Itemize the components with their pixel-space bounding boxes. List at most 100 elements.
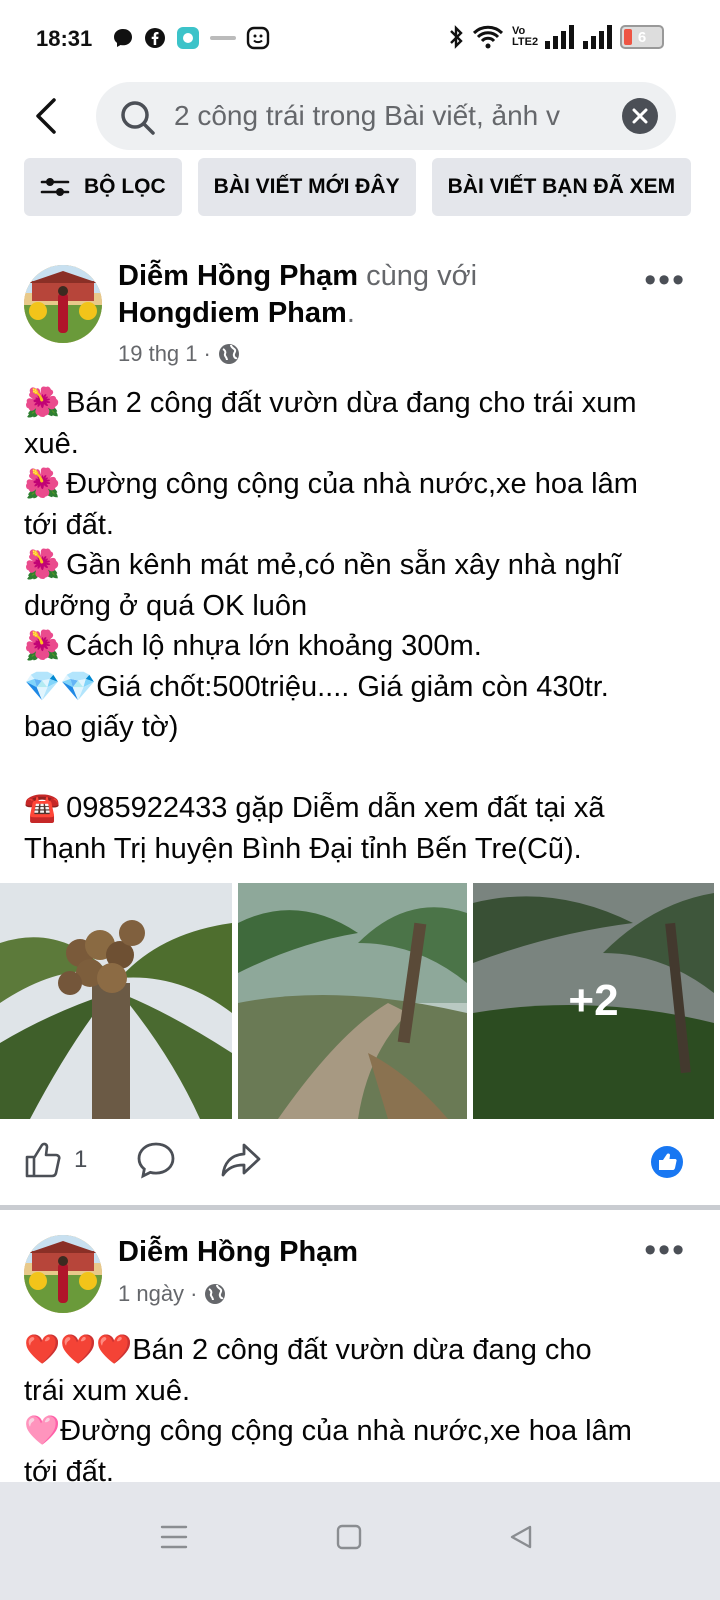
wifi-icon <box>472 25 504 49</box>
notification-icon <box>210 36 236 40</box>
post-text: Thạnh Trị huyện Bình Đại tỉnh Bến Tre(Cũ… <box>24 832 582 865</box>
system-nav-bar <box>0 1482 720 1600</box>
post-text <box>24 752 32 784</box>
post-text: Cách lộ nhựa lớn khoảng 300m. <box>66 630 482 662</box>
post-body: 🌺 Bán 2 công đất vườn dừa đang cho trái … <box>24 383 704 869</box>
signal-icon <box>583 25 612 49</box>
comment-button[interactable] <box>136 1141 176 1179</box>
post-text: Giá chốt:500triệu.... Giá giảm còn 430tr… <box>96 670 609 703</box>
chip-label: BÀI VIẾT BẠN ĐÃ XEM <box>447 175 676 198</box>
post-text: Đường công cộng của nhà nước,xe hoa lâm <box>60 1415 632 1447</box>
signal-icon <box>545 25 574 49</box>
post-line: 🌺 Cách lộ nhựa lớn khoảng 300m. <box>24 626 704 667</box>
post-photo[interactable]: +2 <box>473 883 714 1119</box>
post-line: 🌺 Đường công cộng của nhà nước,xe hoa lâ… <box>24 464 704 505</box>
post-line: 🩷Đường công cộng của nhà nước,xe hoa lâm <box>24 1411 704 1452</box>
battery-icon: 6 <box>620 25 664 49</box>
post-line: xuê. <box>24 424 704 465</box>
search-input[interactable] <box>174 96 594 136</box>
share-icon <box>221 1143 261 1177</box>
smile-icon <box>246 26 270 50</box>
post-text[interactable]: 0985922433 gặp Diễm dẫn xem đất tại xã <box>66 792 604 824</box>
share-button[interactable] <box>220 1141 262 1179</box>
tagged-name[interactable]: Hongdiem Pham <box>118 297 347 329</box>
post-text: Bán 2 công đất vườn dừa đang cho trái xu… <box>66 387 637 419</box>
bluetooth-icon <box>450 25 463 49</box>
filter-chips: BỘ LỌC BÀI VIẾT MỚI ĐÂY BÀI VIẾT BẠN ĐÃ … <box>24 158 692 216</box>
more-options-button[interactable]: ••• <box>644 263 686 297</box>
network-label: Vo LTE2 <box>512 25 539 48</box>
heart-emoji: ❤️❤️❤️ <box>24 1334 133 1366</box>
clear-search-button[interactable] <box>622 98 658 134</box>
flower-emoji: 🌺 <box>24 630 61 662</box>
phone-emoji: ☎️ <box>24 792 61 824</box>
post-meta: 1 ngày · <box>118 1281 227 1307</box>
battery-level: 6 <box>637 28 647 46</box>
like-count: 1 <box>74 1146 88 1173</box>
recent-posts-chip[interactable]: BÀI VIẾT MỚI ĐÂY <box>197 158 416 216</box>
photo-grid: +2 <box>0 883 720 1119</box>
home-icon <box>336 1524 362 1550</box>
like-reaction-icon <box>651 1146 683 1178</box>
post-actions: 1 <box>0 1135 720 1195</box>
avatar[interactable] <box>24 1235 102 1313</box>
post-author-line: Diễm Hồng Phạm cùng với Hongdiem Pham. <box>118 258 638 332</box>
like-button[interactable]: 1 <box>24 1141 87 1179</box>
home-button[interactable] <box>336 1524 362 1555</box>
globe-icon <box>205 1284 226 1304</box>
post-text: bao giấy tờ) <box>24 711 179 743</box>
more-photos-overlay[interactable]: +2 <box>473 883 714 1119</box>
search-box[interactable] <box>96 82 676 150</box>
recent-apps-icon <box>160 1525 188 1549</box>
post-text: xuê. <box>24 427 79 460</box>
filter-label: BỘ LỌC <box>84 175 166 198</box>
with-text: cùng với <box>366 260 478 292</box>
search-header <box>0 80 720 152</box>
post-line: bao giấy tờ) <box>24 707 704 748</box>
post-line <box>24 748 704 789</box>
post-text: Đường công cộng của nhà nước,xe hoa lâm <box>66 468 638 500</box>
more-options-button[interactable]: ••• <box>644 1233 686 1267</box>
post-meta: 19 thg 1 · <box>118 341 241 367</box>
post-text: tới đất. <box>24 508 114 541</box>
back-icon <box>510 1525 532 1549</box>
post-text: trái xum xuê. <box>24 1374 190 1407</box>
like-reaction-badge <box>650 1145 684 1179</box>
close-icon <box>632 108 648 124</box>
seen-posts-chip[interactable]: BÀI VIẾT BẠN ĐÃ XEM <box>431 158 692 216</box>
nav-back-button[interactable] <box>508 1524 534 1555</box>
post-line: ❤️❤️❤️Bán 2 công đất vườn dừa đang cho <box>24 1330 704 1371</box>
post-text: Bán 2 công đất vườn dừa đang cho <box>132 1334 592 1366</box>
status-bar: 18:31 Vo LTE2 6 <box>0 0 720 80</box>
post-line: 🌺 Gần kênh mát mẻ,có nền sẵn xây nhà ngh… <box>24 545 704 586</box>
post-time[interactable]: 1 ngày <box>118 1281 184 1307</box>
thumbs-up-icon <box>25 1142 61 1178</box>
avatar[interactable] <box>24 265 102 343</box>
post-photo[interactable] <box>238 883 467 1119</box>
post-line: tới đất. <box>24 505 704 546</box>
post-time[interactable]: 19 thg 1 <box>118 341 198 367</box>
flower-emoji: 🌺 <box>24 468 61 500</box>
clock: 18:31 <box>36 26 93 51</box>
chip-label: BÀI VIẾT MỚI ĐÂY <box>213 175 400 198</box>
globe-icon <box>218 344 239 364</box>
author-name[interactable]: Diễm Hồng Phạm <box>118 1236 358 1268</box>
post-photo[interactable] <box>0 883 232 1119</box>
tagged-suffix: . <box>346 297 355 329</box>
post-line: 🌺 Bán 2 công đất vườn dừa đang cho trái … <box>24 383 704 424</box>
filter-button[interactable]: BỘ LỌC <box>24 158 182 216</box>
author-name[interactable]: Diễm Hồng Phạm <box>118 260 358 292</box>
back-button[interactable] <box>28 94 68 138</box>
post-line: 💎💎Giá chốt:500triệu.... Giá giảm còn 430… <box>24 667 704 708</box>
post-text: dưỡng ở quá OK luôn <box>24 589 308 622</box>
pink-heart-emoji: 🩷 <box>24 1415 61 1447</box>
app-icon <box>177 27 199 49</box>
meta-separator: · <box>203 341 211 366</box>
post-body: ❤️❤️❤️Bán 2 công đất vườn dừa đang cho t… <box>24 1330 704 1492</box>
post-line: trái xum xuê. <box>24 1371 704 1412</box>
recent-apps-button[interactable] <box>160 1524 188 1555</box>
post-text: Gần kênh mát mẻ,có nền sẵn xây nhà nghĩ <box>66 549 621 581</box>
chat-bubble-icon <box>114 29 132 47</box>
post-line: Thạnh Trị huyện Bình Đại tỉnh Bến Tre(Cũ… <box>24 829 704 870</box>
meta-separator: · <box>190 1281 198 1306</box>
